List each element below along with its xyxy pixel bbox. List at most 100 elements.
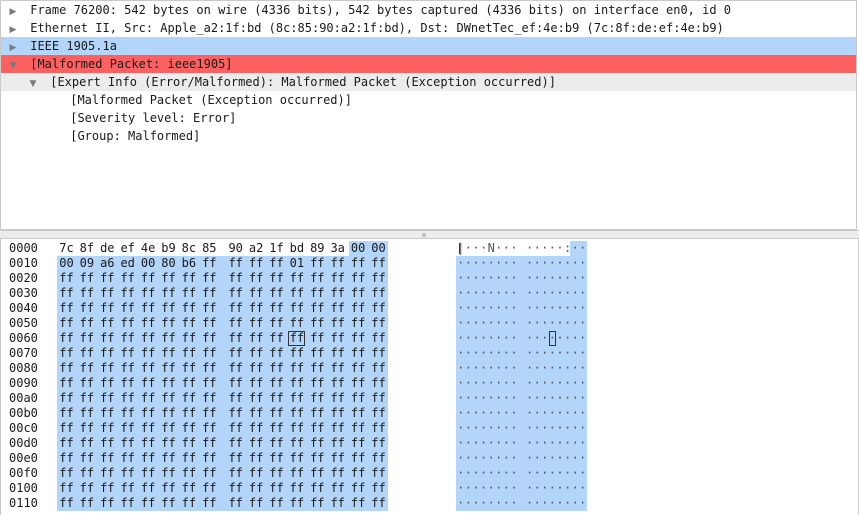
hex-byte[interactable]: ff: [268, 466, 285, 481]
hex-byte[interactable]: 3a: [329, 241, 346, 256]
hex-byte[interactable]: ff: [268, 301, 285, 316]
hex-byte[interactable]: ff: [119, 331, 136, 346]
hex-byte[interactable]: ff: [180, 301, 197, 316]
hex-byte[interactable]: ff: [201, 376, 218, 391]
hex-byte[interactable]: bd: [288, 241, 305, 256]
hex-byte[interactable]: ff: [227, 406, 244, 421]
hex-byte[interactable]: ff: [160, 316, 177, 331]
hex-byte[interactable]: ff: [58, 466, 75, 481]
hex-byte[interactable]: de: [99, 241, 116, 256]
hex-byte[interactable]: ff: [370, 451, 387, 466]
hex-byte[interactable]: ff: [58, 301, 75, 316]
hex-byte[interactable]: ff: [329, 421, 346, 436]
hex-row[interactable]: 0110 ff ff ff ff ff ff ff ff ff ff ff ff ff ff ff ff · · · ·…: [1, 496, 858, 511]
hex-byte[interactable]: ff: [248, 331, 265, 346]
hex-byte[interactable]: ff: [227, 496, 244, 511]
hex-byte[interactable]: ff: [78, 421, 95, 436]
hex-byte[interactable]: ff: [309, 301, 326, 316]
hex-byte[interactable]: ff: [160, 271, 177, 286]
hex-byte[interactable]: ff: [309, 316, 326, 331]
hex-byte[interactable]: ff: [160, 301, 177, 316]
hex-byte[interactable]: ff: [201, 316, 218, 331]
hex-byte[interactable]: ef: [119, 241, 136, 256]
hex-byte[interactable]: ff: [180, 406, 197, 421]
hex-byte[interactable]: ff: [99, 361, 116, 376]
hex-byte[interactable]: ff: [201, 421, 218, 436]
hex-byte[interactable]: ff: [180, 361, 197, 376]
hex-byte[interactable]: ff: [201, 346, 218, 361]
hex-byte[interactable]: ed: [119, 256, 136, 271]
hex-byte[interactable]: ff: [227, 436, 244, 451]
hex-byte[interactable]: ff: [309, 271, 326, 286]
tree-row[interactable]: ▶ IEEE 1905.1a: [1, 37, 856, 55]
packet-details-tree[interactable]: ▶ Frame 76200: 542 bytes on wire (4336 b…: [0, 0, 857, 230]
hex-byte[interactable]: ff: [180, 436, 197, 451]
hex-byte[interactable]: ff: [350, 391, 367, 406]
hex-byte[interactable]: ff: [309, 466, 326, 481]
hex-byte[interactable]: ff: [370, 376, 387, 391]
hex-byte[interactable]: ff: [268, 496, 285, 511]
hex-byte[interactable]: ff: [140, 361, 157, 376]
hex-byte[interactable]: ff: [329, 391, 346, 406]
hex-byte[interactable]: ff: [329, 316, 346, 331]
hex-byte[interactable]: ff: [58, 331, 75, 346]
hex-byte[interactable]: ff: [227, 451, 244, 466]
hex-byte[interactable]: ff: [99, 436, 116, 451]
hex-byte[interactable]: 7c: [58, 241, 75, 256]
hex-byte[interactable]: ff: [248, 496, 265, 511]
hex-byte[interactable]: ff: [227, 256, 244, 271]
hex-byte[interactable]: ff: [268, 331, 285, 346]
hex-byte[interactable]: ff: [309, 331, 326, 346]
hex-byte[interactable]: ff: [58, 436, 75, 451]
hex-byte[interactable]: ff: [99, 331, 116, 346]
hex-byte[interactable]: ff: [99, 421, 116, 436]
hex-byte[interactable]: ff: [180, 331, 197, 346]
hex-byte[interactable]: ff: [248, 286, 265, 301]
hex-row[interactable]: 00a0 ff ff ff ff ff ff ff ff ff ff ff ff ff ff ff ff · · · ·…: [1, 391, 858, 406]
hex-byte[interactable]: ff: [248, 376, 265, 391]
hex-byte[interactable]: ff: [58, 421, 75, 436]
hex-byte[interactable]: ff: [350, 331, 367, 346]
hex-byte[interactable]: ff: [160, 436, 177, 451]
hex-byte[interactable]: ff: [309, 481, 326, 496]
hex-byte[interactable]: ff: [329, 406, 346, 421]
hex-byte[interactable]: 1f: [268, 241, 285, 256]
hex-byte[interactable]: ff: [227, 421, 244, 436]
hex-byte[interactable]: ff: [329, 436, 346, 451]
hex-byte[interactable]: ff: [288, 361, 305, 376]
hex-byte[interactable]: ff: [309, 256, 326, 271]
hex-byte[interactable]: ff: [370, 496, 387, 511]
hex-byte[interactable]: ff: [160, 466, 177, 481]
hex-byte[interactable]: ff: [227, 331, 244, 346]
tree-row[interactable]: [Malformed Packet (Exception occurred)]: [1, 91, 856, 109]
hex-byte[interactable]: ff: [288, 316, 305, 331]
hex-byte[interactable]: ff: [268, 346, 285, 361]
hex-byte[interactable]: ff: [78, 436, 95, 451]
hex-byte[interactable]: ff: [227, 376, 244, 391]
hex-byte[interactable]: ff: [119, 286, 136, 301]
hex-byte[interactable]: ff: [119, 346, 136, 361]
hex-byte[interactable]: ff: [201, 451, 218, 466]
hex-byte[interactable]: ff: [227, 301, 244, 316]
tree-row[interactable]: ▼ [Expert Info (Error/Malformed): Malfor…: [1, 73, 856, 91]
hex-byte[interactable]: ff: [78, 346, 95, 361]
hex-byte[interactable]: ff: [370, 391, 387, 406]
hex-byte[interactable]: ff: [78, 301, 95, 316]
hex-byte[interactable]: ff: [268, 271, 285, 286]
hex-byte[interactable]: ff: [78, 391, 95, 406]
hex-byte[interactable]: ff: [58, 451, 75, 466]
hex-byte[interactable]: ff: [140, 286, 157, 301]
tree-row[interactable]: [Group: Malformed]: [1, 127, 856, 145]
hex-byte[interactable]: ff: [78, 316, 95, 331]
hex-byte[interactable]: ff: [248, 451, 265, 466]
hex-byte[interactable]: ff: [227, 391, 244, 406]
hex-row[interactable]: 00d0 ff ff ff ff ff ff ff ff ff ff ff ff ff ff ff ff · · · ·…: [1, 436, 858, 451]
hex-byte[interactable]: ff: [288, 346, 305, 361]
hex-byte[interactable]: ff: [268, 421, 285, 436]
tree-row[interactable]: [Severity level: Error]: [1, 109, 856, 127]
hex-byte[interactable]: ff: [329, 271, 346, 286]
hex-byte[interactable]: ff: [201, 436, 218, 451]
hex-byte[interactable]: ff: [248, 481, 265, 496]
hex-byte[interactable]: ff: [140, 496, 157, 511]
hex-byte[interactable]: ff: [160, 451, 177, 466]
